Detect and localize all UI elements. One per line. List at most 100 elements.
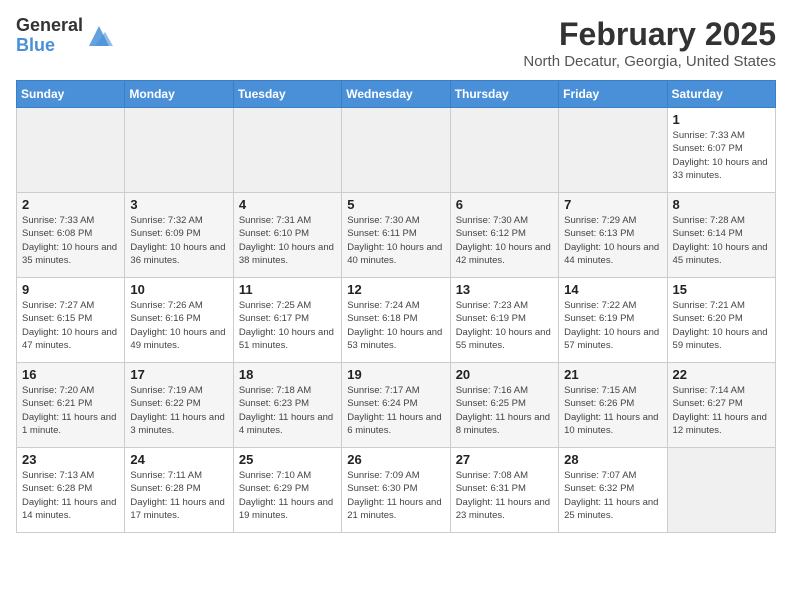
day-info: Sunrise: 7:09 AMSunset: 6:30 PMDaylight:…: [347, 469, 444, 522]
day-number: 24: [130, 452, 227, 467]
day-number: 18: [239, 367, 336, 382]
day-number: 28: [564, 452, 661, 467]
calendar-day: 16 Sunrise: 7:20 AMSunset: 6:21 PMDayligh…: [17, 363, 125, 448]
location: North Decatur, Georgia, United States: [523, 53, 776, 70]
calendar-day: 23 Sunrise: 7:13 AMSunset: 6:28 PMDayligh…: [17, 448, 125, 533]
calendar-day: 2 Sunrise: 7:33 AMSunset: 6:08 PMDaylight…: [17, 193, 125, 278]
calendar-day: 14 Sunrise: 7:22 AMSunset: 6:19 PMDayligh…: [559, 278, 667, 363]
day-info: Sunrise: 7:08 AMSunset: 6:31 PMDaylight:…: [456, 469, 553, 522]
day-number: 13: [456, 282, 553, 297]
calendar-week-1: 1 Sunrise: 7:33 AMSunset: 6:07 PMDaylight…: [17, 108, 776, 193]
day-info: Sunrise: 7:18 AMSunset: 6:23 PMDaylight:…: [239, 384, 336, 437]
day-info: Sunrise: 7:28 AMSunset: 6:14 PMDaylight:…: [673, 214, 770, 267]
calendar-day: [17, 108, 125, 193]
day-info: Sunrise: 7:24 AMSunset: 6:18 PMDaylight:…: [347, 299, 444, 352]
logo-icon: [85, 22, 113, 50]
day-number: 11: [239, 282, 336, 297]
logo-blue-text: Blue: [16, 35, 55, 55]
day-info: Sunrise: 7:17 AMSunset: 6:24 PMDaylight:…: [347, 384, 444, 437]
weekday-header-thursday: Thursday: [450, 81, 558, 108]
day-number: 19: [347, 367, 444, 382]
day-number: 1: [673, 112, 770, 127]
calendar-day: 22 Sunrise: 7:14 AMSunset: 6:27 PMDayligh…: [667, 363, 775, 448]
calendar-day: [125, 108, 233, 193]
calendar-day: 7 Sunrise: 7:29 AMSunset: 6:13 PMDaylight…: [559, 193, 667, 278]
calendar-day: [450, 108, 558, 193]
day-info: Sunrise: 7:27 AMSunset: 6:15 PMDaylight:…: [22, 299, 119, 352]
calendar-day: 19 Sunrise: 7:17 AMSunset: 6:24 PMDayligh…: [342, 363, 450, 448]
day-number: 20: [456, 367, 553, 382]
weekday-header-monday: Monday: [125, 81, 233, 108]
day-info: Sunrise: 7:33 AMSunset: 6:07 PMDaylight:…: [673, 129, 770, 182]
weekday-header-saturday: Saturday: [667, 81, 775, 108]
day-info: Sunrise: 7:10 AMSunset: 6:29 PMDaylight:…: [239, 469, 336, 522]
day-number: 16: [22, 367, 119, 382]
day-number: 6: [456, 197, 553, 212]
calendar-day: 12 Sunrise: 7:24 AMSunset: 6:18 PMDayligh…: [342, 278, 450, 363]
day-number: 10: [130, 282, 227, 297]
calendar-day: 6Sunrise: 7:30 AMSunset: 6:12 PMDaylight…: [450, 193, 558, 278]
day-number: 23: [22, 452, 119, 467]
day-number: 25: [239, 452, 336, 467]
title-area: February 2025 North Decatur, Georgia, Un…: [523, 16, 776, 70]
calendar-day: 26 Sunrise: 7:09 AMSunset: 6:30 PMDayligh…: [342, 448, 450, 533]
day-info: Sunrise: 7:31 AMSunset: 6:10 PMDaylight:…: [239, 214, 336, 267]
calendar-day: 28Sunrise: 7:07 AMSunset: 6:32 PMDayligh…: [559, 448, 667, 533]
calendar-table: SundayMondayTuesdayWednesdayThursdayFrid…: [16, 80, 776, 533]
calendar-day: 15Sunrise: 7:21 AMSunset: 6:20 PMDayligh…: [667, 278, 775, 363]
day-info: Sunrise: 7:22 AMSunset: 6:19 PMDaylight:…: [564, 299, 661, 352]
calendar-day: 10Sunrise: 7:26 AMSunset: 6:16 PMDayligh…: [125, 278, 233, 363]
calendar-day: 21Sunrise: 7:15 AMSunset: 6:26 PMDayligh…: [559, 363, 667, 448]
calendar-day: 27 Sunrise: 7:08 AMSunset: 6:31 PMDayligh…: [450, 448, 558, 533]
day-info: Sunrise: 7:16 AMSunset: 6:25 PMDaylight:…: [456, 384, 553, 437]
day-number: 22: [673, 367, 770, 382]
calendar-day: 13 Sunrise: 7:23 AMSunset: 6:19 PMDayligh…: [450, 278, 558, 363]
day-number: 4: [239, 197, 336, 212]
calendar-day: [559, 108, 667, 193]
logo-general-text: General: [16, 15, 83, 35]
day-info: Sunrise: 7:14 AMSunset: 6:27 PMDaylight:…: [673, 384, 770, 437]
header: General Blue February 2025 North Decatur…: [16, 16, 776, 70]
calendar-day: [342, 108, 450, 193]
day-info: Sunrise: 7:15 AMSunset: 6:26 PMDaylight:…: [564, 384, 661, 437]
day-info: Sunrise: 7:23 AMSunset: 6:19 PMDaylight:…: [456, 299, 553, 352]
day-number: 14: [564, 282, 661, 297]
day-info: Sunrise: 7:33 AMSunset: 6:08 PMDaylight:…: [22, 214, 119, 267]
calendar-day: 3 Sunrise: 7:32 AMSunset: 6:09 PMDaylight…: [125, 193, 233, 278]
day-info: Sunrise: 7:30 AMSunset: 6:11 PMDaylight:…: [347, 214, 444, 267]
calendar-day: 18 Sunrise: 7:18 AMSunset: 6:23 PMDayligh…: [233, 363, 341, 448]
calendar-day: [233, 108, 341, 193]
day-info: Sunrise: 7:29 AMSunset: 6:13 PMDaylight:…: [564, 214, 661, 267]
day-number: 3: [130, 197, 227, 212]
day-number: 27: [456, 452, 553, 467]
day-number: 5: [347, 197, 444, 212]
calendar-week-5: 23 Sunrise: 7:13 AMSunset: 6:28 PMDayligh…: [17, 448, 776, 533]
calendar-week-4: 16 Sunrise: 7:20 AMSunset: 6:21 PMDayligh…: [17, 363, 776, 448]
month-year: February 2025: [523, 16, 776, 53]
day-info: Sunrise: 7:13 AMSunset: 6:28 PMDaylight:…: [22, 469, 119, 522]
day-number: 2: [22, 197, 119, 212]
logo: General Blue: [16, 16, 113, 56]
calendar-day: 1 Sunrise: 7:33 AMSunset: 6:07 PMDaylight…: [667, 108, 775, 193]
day-number: 12: [347, 282, 444, 297]
day-info: Sunrise: 7:21 AMSunset: 6:20 PMDaylight:…: [673, 299, 770, 352]
day-info: Sunrise: 7:19 AMSunset: 6:22 PMDaylight:…: [130, 384, 227, 437]
weekday-header-sunday: Sunday: [17, 81, 125, 108]
day-number: 17: [130, 367, 227, 382]
calendar-day: 17 Sunrise: 7:19 AMSunset: 6:22 PMDayligh…: [125, 363, 233, 448]
day-number: 7: [564, 197, 661, 212]
calendar-day: [667, 448, 775, 533]
weekday-header-friday: Friday: [559, 81, 667, 108]
calendar-day: 20 Sunrise: 7:16 AMSunset: 6:25 PMDayligh…: [450, 363, 558, 448]
calendar-week-2: 2 Sunrise: 7:33 AMSunset: 6:08 PMDaylight…: [17, 193, 776, 278]
weekday-header-wednesday: Wednesday: [342, 81, 450, 108]
weekday-header-row: SundayMondayTuesdayWednesdayThursdayFrid…: [17, 81, 776, 108]
calendar-week-3: 9 Sunrise: 7:27 AMSunset: 6:15 PMDaylight…: [17, 278, 776, 363]
day-info: Sunrise: 7:20 AMSunset: 6:21 PMDaylight:…: [22, 384, 119, 437]
calendar-day: 11Sunrise: 7:25 AMSunset: 6:17 PMDayligh…: [233, 278, 341, 363]
day-info: Sunrise: 7:11 AMSunset: 6:28 PMDaylight:…: [130, 469, 227, 522]
calendar-day: 25 Sunrise: 7:10 AMSunset: 6:29 PMDayligh…: [233, 448, 341, 533]
day-number: 9: [22, 282, 119, 297]
day-info: Sunrise: 7:32 AMSunset: 6:09 PMDaylight:…: [130, 214, 227, 267]
day-number: 26: [347, 452, 444, 467]
